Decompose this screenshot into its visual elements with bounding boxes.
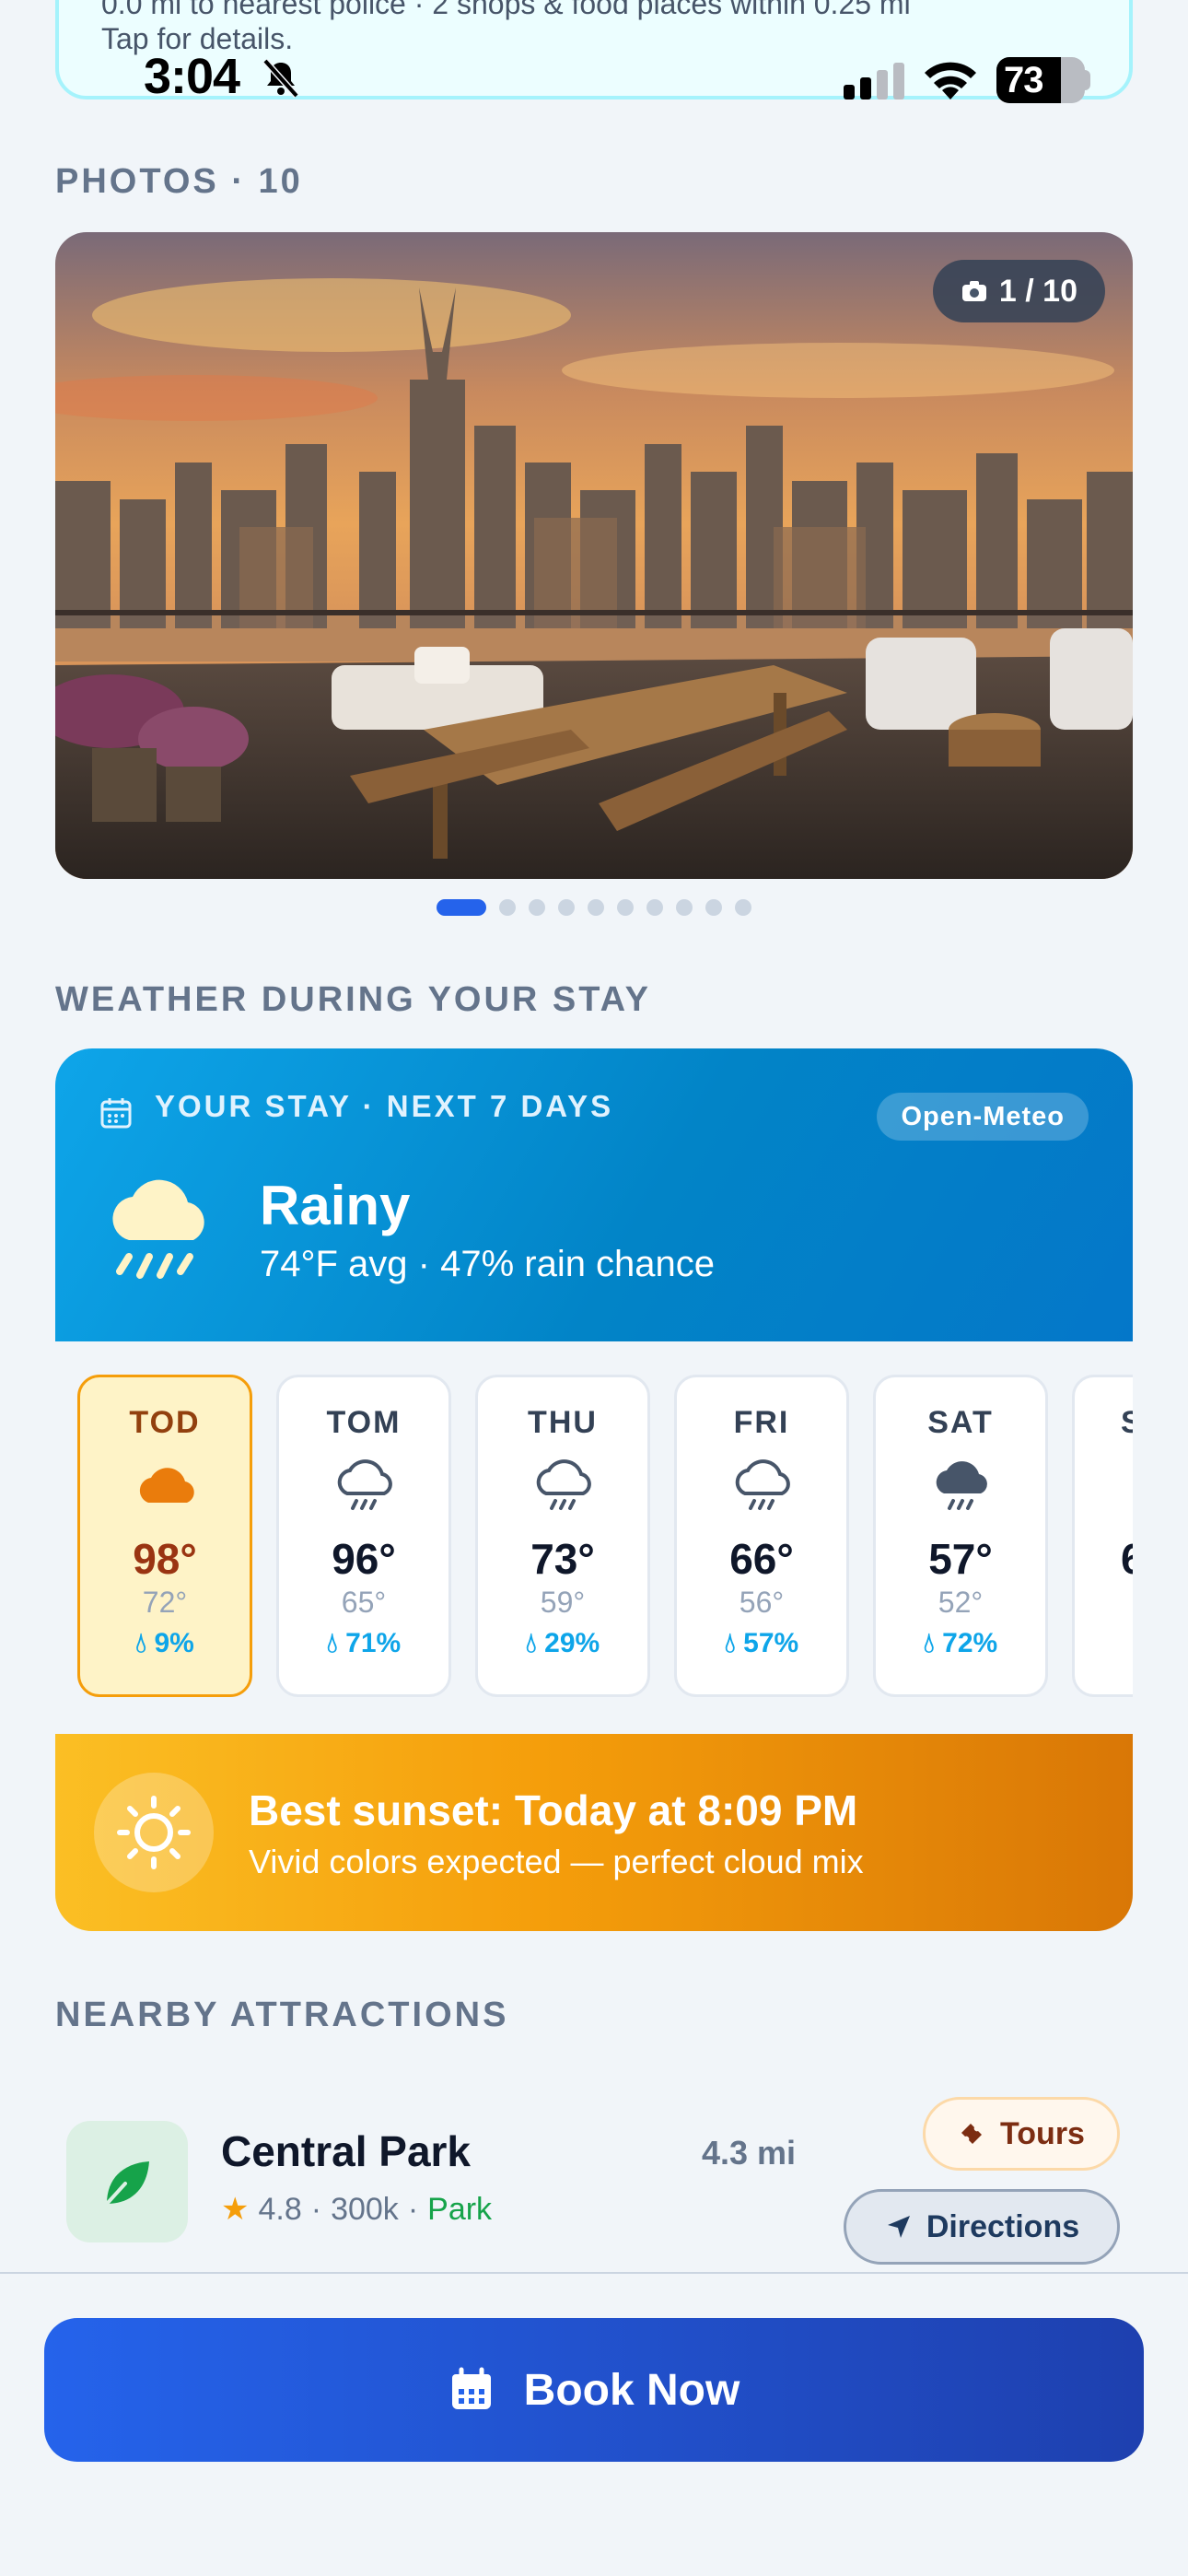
attraction-category: Park xyxy=(427,2191,493,2227)
forecast-day-card[interactable]: THU 73° 59° 💧︎ 29% xyxy=(475,1375,650,1697)
day-precip: 💧︎ 57% xyxy=(724,1628,799,1658)
day-high: 98° xyxy=(133,1535,197,1583)
day-name: TOD xyxy=(129,1405,201,1440)
rain-cloud-icon xyxy=(337,1459,392,1510)
book-now-label: Book Now xyxy=(523,2365,740,2415)
sun-icon-badge xyxy=(94,1773,214,1892)
camera-icon xyxy=(961,281,986,301)
dark-rain-cloud-icon xyxy=(936,1461,987,1510)
page-dot[interactable] xyxy=(617,899,634,916)
day-low: 65° xyxy=(341,1586,387,1619)
forecast-day-card[interactable]: TOD 98° 72° 💧︎ 9% xyxy=(77,1375,252,1697)
book-now-button[interactable]: Book Now xyxy=(44,2318,1144,2462)
page-dot[interactable] xyxy=(646,899,663,916)
forecast-day-card[interactable]: TOM 96° 65° 💧︎ 71% xyxy=(276,1375,451,1697)
day-high: 96° xyxy=(332,1535,396,1583)
navigation-arrow-icon xyxy=(887,2216,910,2238)
day-name: S xyxy=(1075,1405,1133,1441)
ticket-icon xyxy=(961,2124,983,2144)
directions-button[interactable]: Directions xyxy=(844,2189,1120,2265)
attraction-meta: ★ 4.8 · 300k · Park xyxy=(221,2191,493,2228)
attraction-reviews: 300k xyxy=(331,2191,399,2227)
day-high: 6 xyxy=(1121,1535,1133,1583)
day-high: 66° xyxy=(729,1535,794,1583)
battery-tip xyxy=(1083,70,1090,90)
status-time: 3:04 xyxy=(144,49,240,104)
day-precip: 💧︎ 9% xyxy=(135,1628,194,1658)
rain-cloud-icon xyxy=(735,1459,790,1510)
sunset-title: Best sunset: Today at 8:09 PM xyxy=(249,1786,858,1834)
sun-icon xyxy=(117,1796,191,1869)
forecast-day-card[interactable]: FRI 66° 56° 💧︎ 57% xyxy=(674,1375,849,1697)
photo-pagination[interactable] xyxy=(0,899,1188,916)
page-dot[interactable] xyxy=(588,899,604,916)
tours-label: Tours xyxy=(1000,2115,1085,2151)
day-precip: 💧︎ 71% xyxy=(326,1628,402,1658)
day-name: SAT xyxy=(927,1405,994,1440)
cloud-icon xyxy=(139,1468,194,1503)
weather-section-label: WEATHER DURING YOUR STAY xyxy=(55,980,651,1019)
silent-bell-icon xyxy=(262,58,299,99)
attraction-rating: 4.8 xyxy=(258,2191,302,2227)
attraction-name[interactable]: Central Park xyxy=(221,2126,471,2176)
best-sunset-card[interactable]: Best sunset: Today at 8:09 PM Vivid colo… xyxy=(55,1734,1133,1931)
star-icon: ★ xyxy=(221,2192,250,2227)
page-dot[interactable] xyxy=(676,899,693,916)
calendar-icon xyxy=(100,1098,132,1129)
cellular-signal-icon xyxy=(844,63,904,100)
notice-text: 0.0 mi to nearest police · 2 shops & foo… xyxy=(101,0,911,20)
day-low: 56° xyxy=(739,1586,785,1619)
day-precip: 💧︎ 72% xyxy=(923,1628,998,1658)
rain-cloud-icon xyxy=(536,1459,591,1510)
day-high: 73° xyxy=(530,1535,595,1583)
day-high: 57° xyxy=(928,1535,993,1583)
wifi-icon xyxy=(925,62,976,100)
photo-counter-badge: 1 / 10 xyxy=(932,260,1105,322)
day-low: 52° xyxy=(938,1586,984,1619)
day-precip: 💧︎ 29% xyxy=(525,1628,600,1658)
page-dot[interactable] xyxy=(735,899,751,916)
precip-value: 72% xyxy=(942,1628,998,1658)
weather-header-title: YOUR STAY · NEXT 7 DAYS xyxy=(155,1089,614,1123)
precip-value: 9% xyxy=(154,1628,194,1658)
page-dot[interactable] xyxy=(499,899,516,916)
attraction-distance: 4.3 mi xyxy=(702,2134,797,2172)
photo-counter-text: 1 / 10 xyxy=(998,273,1077,309)
day-name: TOM xyxy=(326,1405,402,1440)
precip-value: 57% xyxy=(743,1628,799,1658)
day-low: 59° xyxy=(540,1586,586,1619)
rooftop-skyline-photo xyxy=(55,232,1133,879)
precip-value: 29% xyxy=(544,1628,600,1658)
photos-section-label: PHOTOS · 10 xyxy=(55,162,303,201)
day-name: THU xyxy=(528,1405,598,1440)
precip-value: 71% xyxy=(345,1628,402,1658)
directions-label: Directions xyxy=(926,2208,1080,2244)
battery-indicator: 73 xyxy=(996,57,1085,103)
forecast-day-card[interactable]: S 6 xyxy=(1072,1375,1133,1697)
weather-summary-card: YOUR STAY · NEXT 7 DAYS Open-Meteo Rainy… xyxy=(55,1048,1133,1341)
rain-cloud-icon xyxy=(112,1179,204,1279)
photo-carousel[interactable]: 1 / 10 xyxy=(55,232,1133,879)
daily-forecast-strip[interactable]: TOD 98° 72° 💧︎ 9% TOM 96° 65° 💧︎ 71% THU… xyxy=(55,1341,1133,1727)
leaf-icon xyxy=(105,2161,149,2206)
weather-source-badge: Open-Meteo xyxy=(877,1093,1089,1141)
page-dot[interactable] xyxy=(705,899,722,916)
forecast-day-card[interactable]: SAT 57° 52° 💧︎ 72% xyxy=(873,1375,1048,1697)
weather-condition: Rainy xyxy=(260,1175,411,1236)
page-dot[interactable] xyxy=(437,899,486,916)
page-dot[interactable] xyxy=(529,899,545,916)
page-dot[interactable] xyxy=(558,899,575,916)
calendar-icon xyxy=(451,2367,491,2409)
weather-summary: 74°F avg · 47% rain chance xyxy=(260,1244,716,1284)
attractions-section-label: NEARBY ATTRACTIONS xyxy=(55,1996,509,2034)
attraction-thumbnail[interactable] xyxy=(66,2121,188,2242)
day-name: FRI xyxy=(733,1405,790,1440)
day-low: 72° xyxy=(142,1586,188,1619)
tours-button[interactable]: Tours xyxy=(923,2097,1120,2171)
sunset-subtitle: Vivid colors expected — perfect cloud mi… xyxy=(249,1843,864,1880)
battery-percent: 73 xyxy=(1004,60,1043,100)
